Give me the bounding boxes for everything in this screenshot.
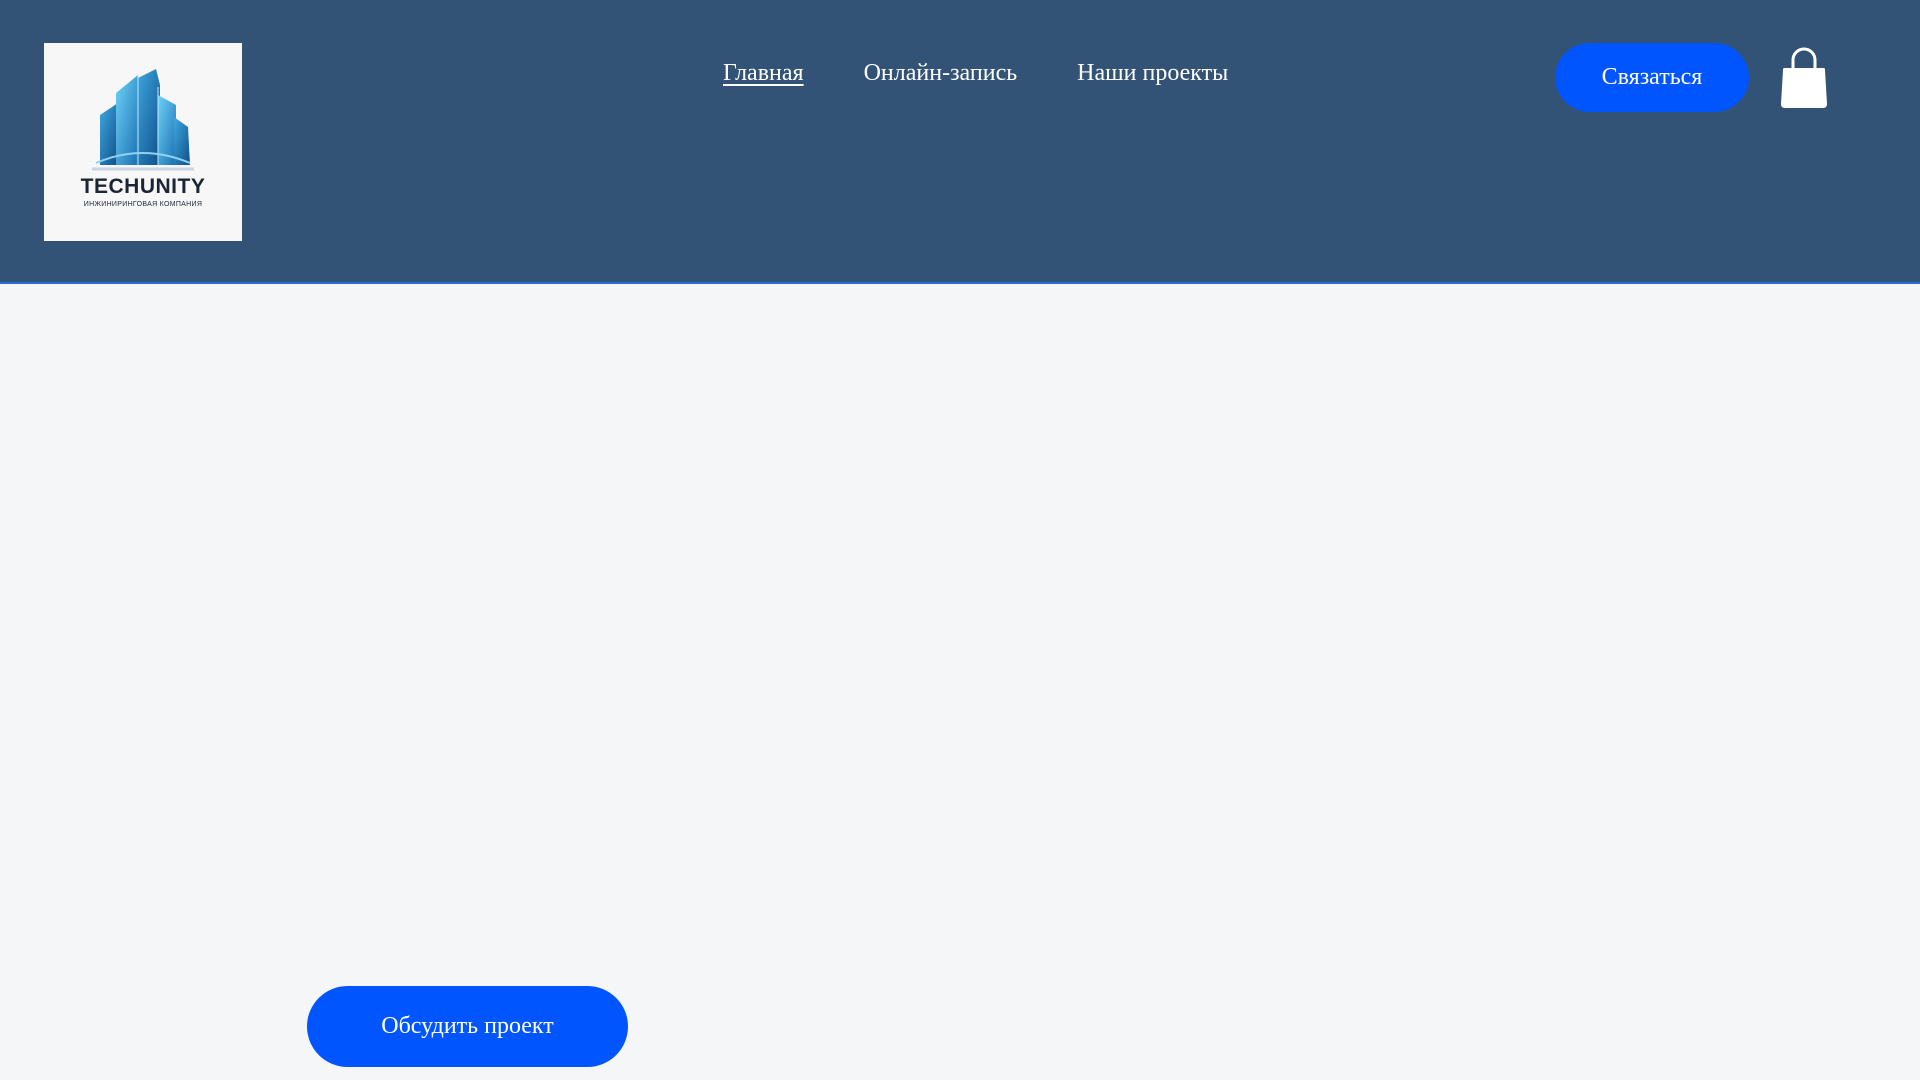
shopping-bag-icon[interactable]	[1779, 46, 1829, 110]
logo[interactable]: TECHUNITY Инжиниринговая компания	[44, 43, 242, 241]
logo-tagline: Инжиниринговая компания	[83, 201, 203, 208]
page: TECHUNITY Инжиниринговая компания Главна…	[0, 0, 1920, 1080]
buildings-logo-icon	[92, 69, 194, 171]
nav-item-online-booking[interactable]: Онлайн-запись	[864, 60, 1018, 87]
discuss-project-button[interactable]: Обсудить проект	[307, 986, 628, 1067]
logo-name: TECHUNITY	[80, 175, 206, 198]
site-header: TECHUNITY Инжиниринговая компания Главна…	[0, 0, 1920, 284]
shopping-bag-icon-glyph	[1781, 47, 1827, 108]
main-nav: Главная Онлайн-запись Наши проекты	[723, 60, 1228, 87]
nav-item-home[interactable]: Главная	[723, 60, 804, 87]
contact-button[interactable]: Связаться	[1555, 43, 1749, 112]
nav-item-projects[interactable]: Наши проекты	[1077, 60, 1228, 87]
